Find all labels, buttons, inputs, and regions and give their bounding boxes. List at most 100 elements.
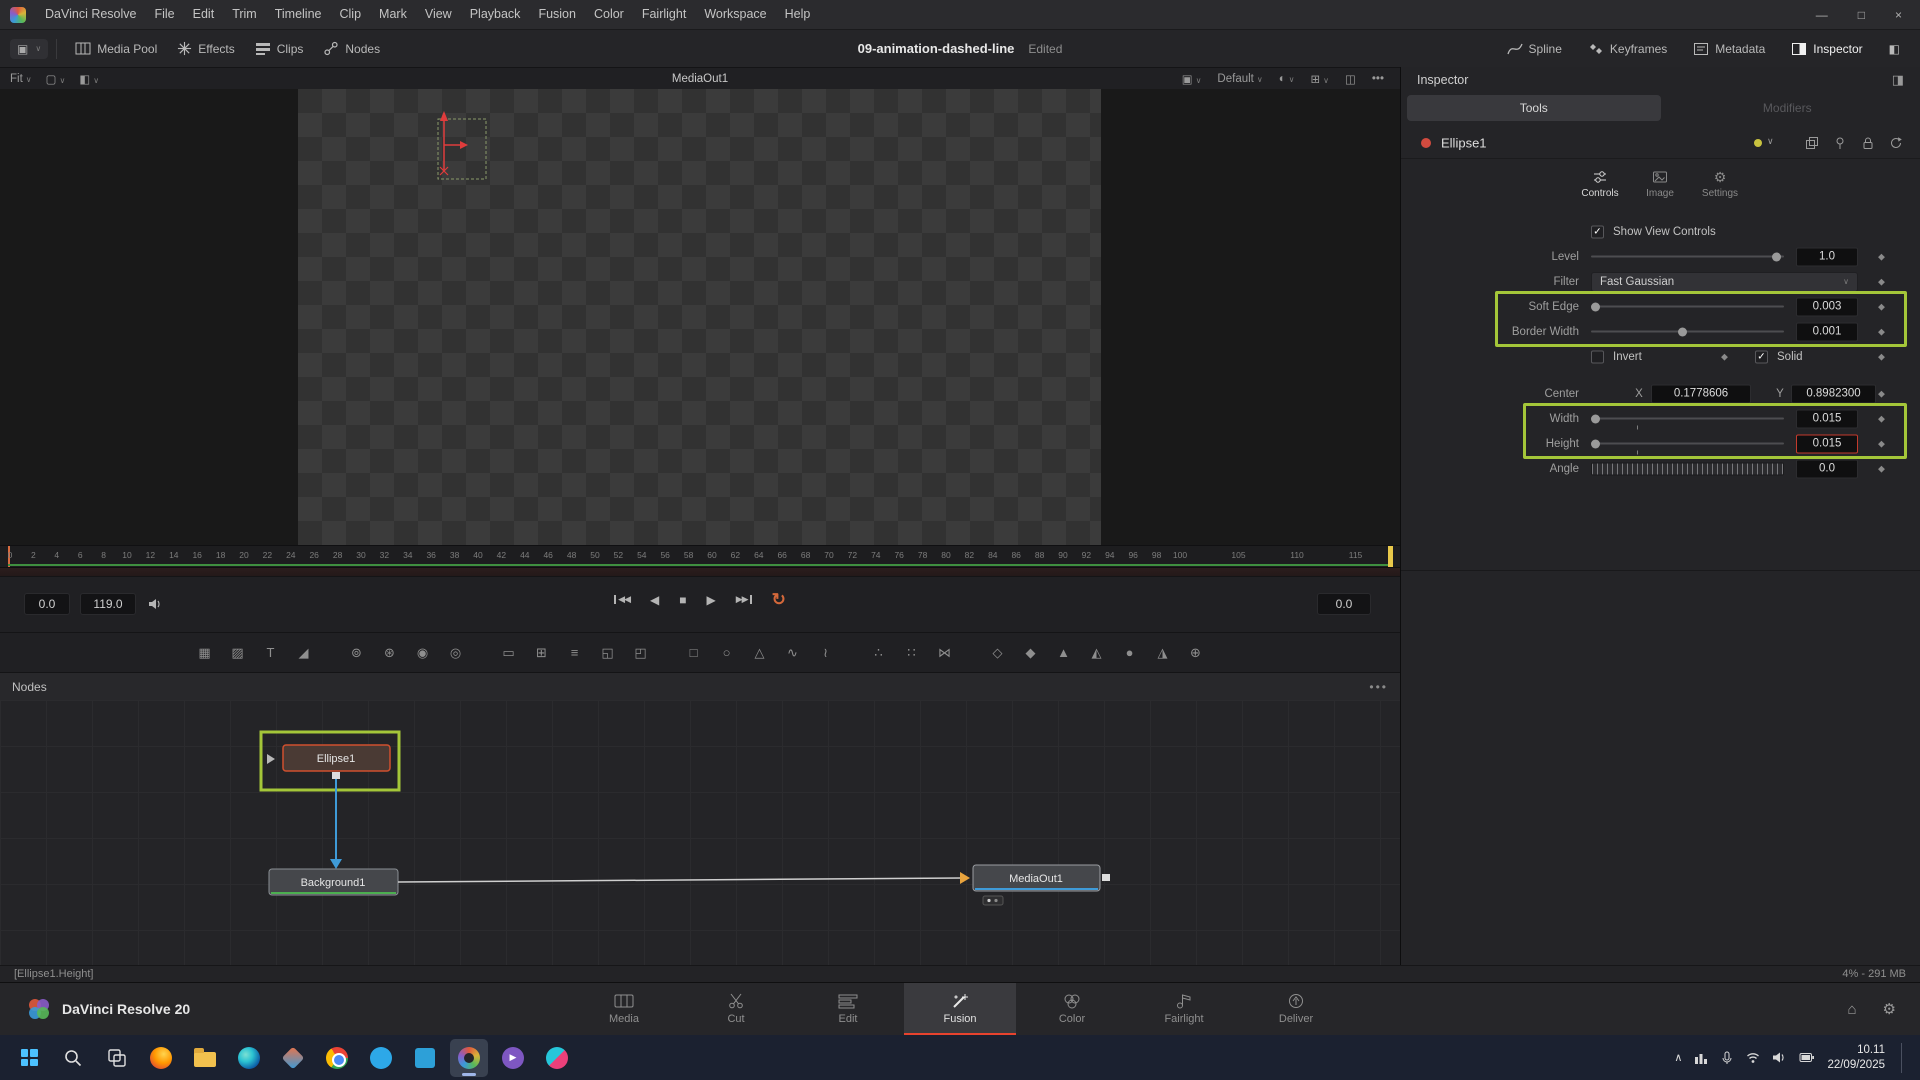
menu-item-clip[interactable]: Clip bbox=[331, 0, 371, 29]
tool-pemitter[interactable]: ∴ bbox=[866, 643, 892, 663]
width-keyframe-icon[interactable]: ◆ bbox=[1878, 413, 1885, 424]
task-manager-icon[interactable] bbox=[1694, 1051, 1708, 1065]
taskbar-edge[interactable] bbox=[230, 1039, 268, 1077]
tool-dve[interactable]: ⊞ bbox=[529, 643, 555, 663]
play-button[interactable]: ▶ bbox=[707, 594, 716, 606]
soft-edge-slider[interactable] bbox=[1591, 302, 1784, 311]
center-keyframe-icon[interactable]: ◆ bbox=[1878, 388, 1885, 399]
menu-item-view[interactable]: View bbox=[416, 0, 461, 29]
menu-item-fusion[interactable]: Fusion bbox=[529, 0, 585, 29]
stop-button[interactable]: ■ bbox=[679, 594, 686, 606]
node-versions-icon[interactable] bbox=[1805, 136, 1819, 150]
tool-merge[interactable]: ⊕ bbox=[1183, 643, 1209, 663]
tool-wand-mask[interactable]: ≀ bbox=[813, 643, 839, 663]
show-view-controls-checkbox[interactable]: ✓ bbox=[1591, 225, 1604, 238]
reset-icon[interactable] bbox=[1889, 136, 1903, 150]
taskbar-file-explorer[interactable] bbox=[186, 1039, 224, 1077]
battery-icon[interactable] bbox=[1799, 1051, 1815, 1064]
tool-ellipse-mask[interactable]: ○ bbox=[714, 643, 740, 663]
tab-tools[interactable]: Tools bbox=[1407, 95, 1661, 121]
timeline-ruler[interactable]: 0246810121416182022242628303234363840424… bbox=[0, 545, 1400, 567]
viewer-canvas[interactable] bbox=[298, 89, 1101, 545]
taskbar-firefox[interactable] bbox=[142, 1039, 180, 1077]
menu-item-edit[interactable]: Edit bbox=[184, 0, 224, 29]
solid-keyframe-icon[interactable]: ◆ bbox=[1878, 351, 1885, 362]
clips-button[interactable]: Clips bbox=[245, 37, 314, 61]
play-reverse-button[interactable]: ◀ bbox=[650, 594, 659, 606]
menu-item-davinci-resolve[interactable]: DaVinci Resolve bbox=[36, 0, 145, 29]
tab-controls[interactable]: Controls bbox=[1570, 169, 1630, 199]
node-color-dot[interactable] bbox=[1754, 139, 1762, 147]
tool-renderer3d[interactable]: ◭ bbox=[1084, 643, 1110, 663]
keyframes-button[interactable]: Keyframes bbox=[1578, 37, 1677, 61]
scrub-strip[interactable] bbox=[0, 567, 1400, 576]
level-value[interactable]: 1.0 bbox=[1796, 247, 1858, 266]
tab-settings[interactable]: ⚙ Settings bbox=[1690, 169, 1750, 199]
right-panel-toggle-button[interactable]: ◧ bbox=[1879, 37, 1910, 61]
tool-merge3d[interactable]: ◆ bbox=[1018, 643, 1044, 663]
edge-background-mediaout[interactable] bbox=[398, 878, 962, 882]
angle-value[interactable]: 0.0 bbox=[1796, 459, 1858, 478]
filter-dropdown[interactable]: Fast Gaussian∨ bbox=[1591, 272, 1858, 292]
menu-item-workspace[interactable]: Workspace bbox=[695, 0, 775, 29]
height-value[interactable]: 0.015 bbox=[1796, 434, 1858, 453]
taskbar-paint-app[interactable] bbox=[538, 1039, 576, 1077]
menu-item-trim[interactable]: Trim bbox=[223, 0, 266, 29]
tray-overflow-chevron[interactable]: ∧ bbox=[1674, 1051, 1682, 1064]
border-width-keyframe-icon[interactable]: ◆ bbox=[1878, 326, 1885, 337]
level-slider[interactable] bbox=[1591, 252, 1784, 261]
media-pool-button[interactable]: Media Pool bbox=[65, 36, 167, 61]
tool-rectangle-mask[interactable]: □ bbox=[681, 643, 707, 663]
taskbar-installer-app[interactable] bbox=[274, 1039, 312, 1077]
menu-item-file[interactable]: File bbox=[145, 0, 183, 29]
loop-button[interactable]: ↻ bbox=[772, 591, 786, 608]
page-tab-fairlight[interactable]: Fairlight bbox=[1128, 983, 1240, 1035]
viewer-mode-dropdown[interactable]: ▣∨ bbox=[1182, 72, 1202, 86]
menu-item-fairlight[interactable]: Fairlight bbox=[633, 0, 695, 29]
maximize-button[interactable]: □ bbox=[1858, 8, 1865, 22]
node-color-chevron[interactable]: ∨ bbox=[1767, 136, 1774, 147]
tool-text-plus[interactable]: T bbox=[258, 643, 284, 663]
nodes-button[interactable]: Nodes bbox=[313, 36, 390, 61]
center-y-field[interactable]: 0.8982300 bbox=[1791, 384, 1876, 403]
taskbar-chrome[interactable] bbox=[318, 1039, 356, 1077]
invert-checkbox[interactable] bbox=[1591, 350, 1604, 363]
center-x-field[interactable]: 0.1778606 bbox=[1651, 384, 1751, 403]
microphone-icon[interactable] bbox=[1720, 1051, 1734, 1065]
task-view-button[interactable] bbox=[98, 1039, 136, 1077]
mediaout1-output-connector[interactable] bbox=[1102, 874, 1110, 881]
nodes-options-menu[interactable]: ••• bbox=[1369, 680, 1388, 694]
page-tab-cut[interactable]: Cut bbox=[680, 983, 792, 1035]
viewer-grid-dropdown[interactable]: ⊞∨ bbox=[1311, 72, 1330, 86]
page-tab-fusion[interactable]: Fusion bbox=[904, 983, 1016, 1035]
taskbar-search-button[interactable] bbox=[54, 1039, 92, 1077]
border-width-value[interactable]: 0.001 bbox=[1796, 322, 1858, 341]
tool-transform[interactable]: ▭ bbox=[496, 643, 522, 663]
tool-fastnoise[interactable]: ▨ bbox=[225, 643, 251, 663]
pin-icon[interactable] bbox=[1833, 136, 1847, 150]
metadata-button[interactable]: Metadata bbox=[1683, 37, 1775, 61]
tool-blur[interactable]: ⊚ bbox=[344, 643, 370, 663]
tool-paint[interactable]: ◢ bbox=[291, 643, 317, 663]
panel-toggle-button[interactable]: ▣∨ bbox=[10, 39, 48, 59]
taskbar-vscode[interactable] bbox=[406, 1039, 444, 1077]
tool-letterbox[interactable]: ≡ bbox=[562, 643, 588, 663]
show-desktop-button[interactable] bbox=[1901, 1043, 1904, 1073]
width-value[interactable]: 0.015 bbox=[1796, 409, 1858, 428]
tool-glow[interactable]: ◉ bbox=[410, 643, 436, 663]
menu-item-timeline[interactable]: Timeline bbox=[266, 0, 331, 29]
effects-button[interactable]: Effects bbox=[167, 36, 244, 61]
tool-prender[interactable]: ⋈ bbox=[932, 643, 958, 663]
wifi-icon[interactable] bbox=[1746, 1051, 1760, 1064]
inspector-panel-icon[interactable]: ◨ bbox=[1892, 72, 1904, 88]
tool-polygon-mask[interactable]: △ bbox=[747, 643, 773, 663]
tool-background[interactable]: ▦ bbox=[192, 643, 218, 663]
node-graph[interactable]: Ellipse1 Background1 MediaOut1 bbox=[0, 700, 1400, 965]
viewer-lut-dropdown[interactable]: Default∨ bbox=[1217, 73, 1262, 85]
inspector-button[interactable]: Inspector bbox=[1781, 37, 1872, 61]
filter-keyframe-icon[interactable]: ◆ bbox=[1878, 276, 1885, 287]
soft-edge-keyframe-icon[interactable]: ◆ bbox=[1878, 301, 1885, 312]
solid-checkbox[interactable]: ✓ bbox=[1755, 350, 1768, 363]
goto-start-button[interactable]: ◀◀ bbox=[614, 595, 630, 604]
viewer-options-menu[interactable]: ••• bbox=[1372, 73, 1384, 85]
